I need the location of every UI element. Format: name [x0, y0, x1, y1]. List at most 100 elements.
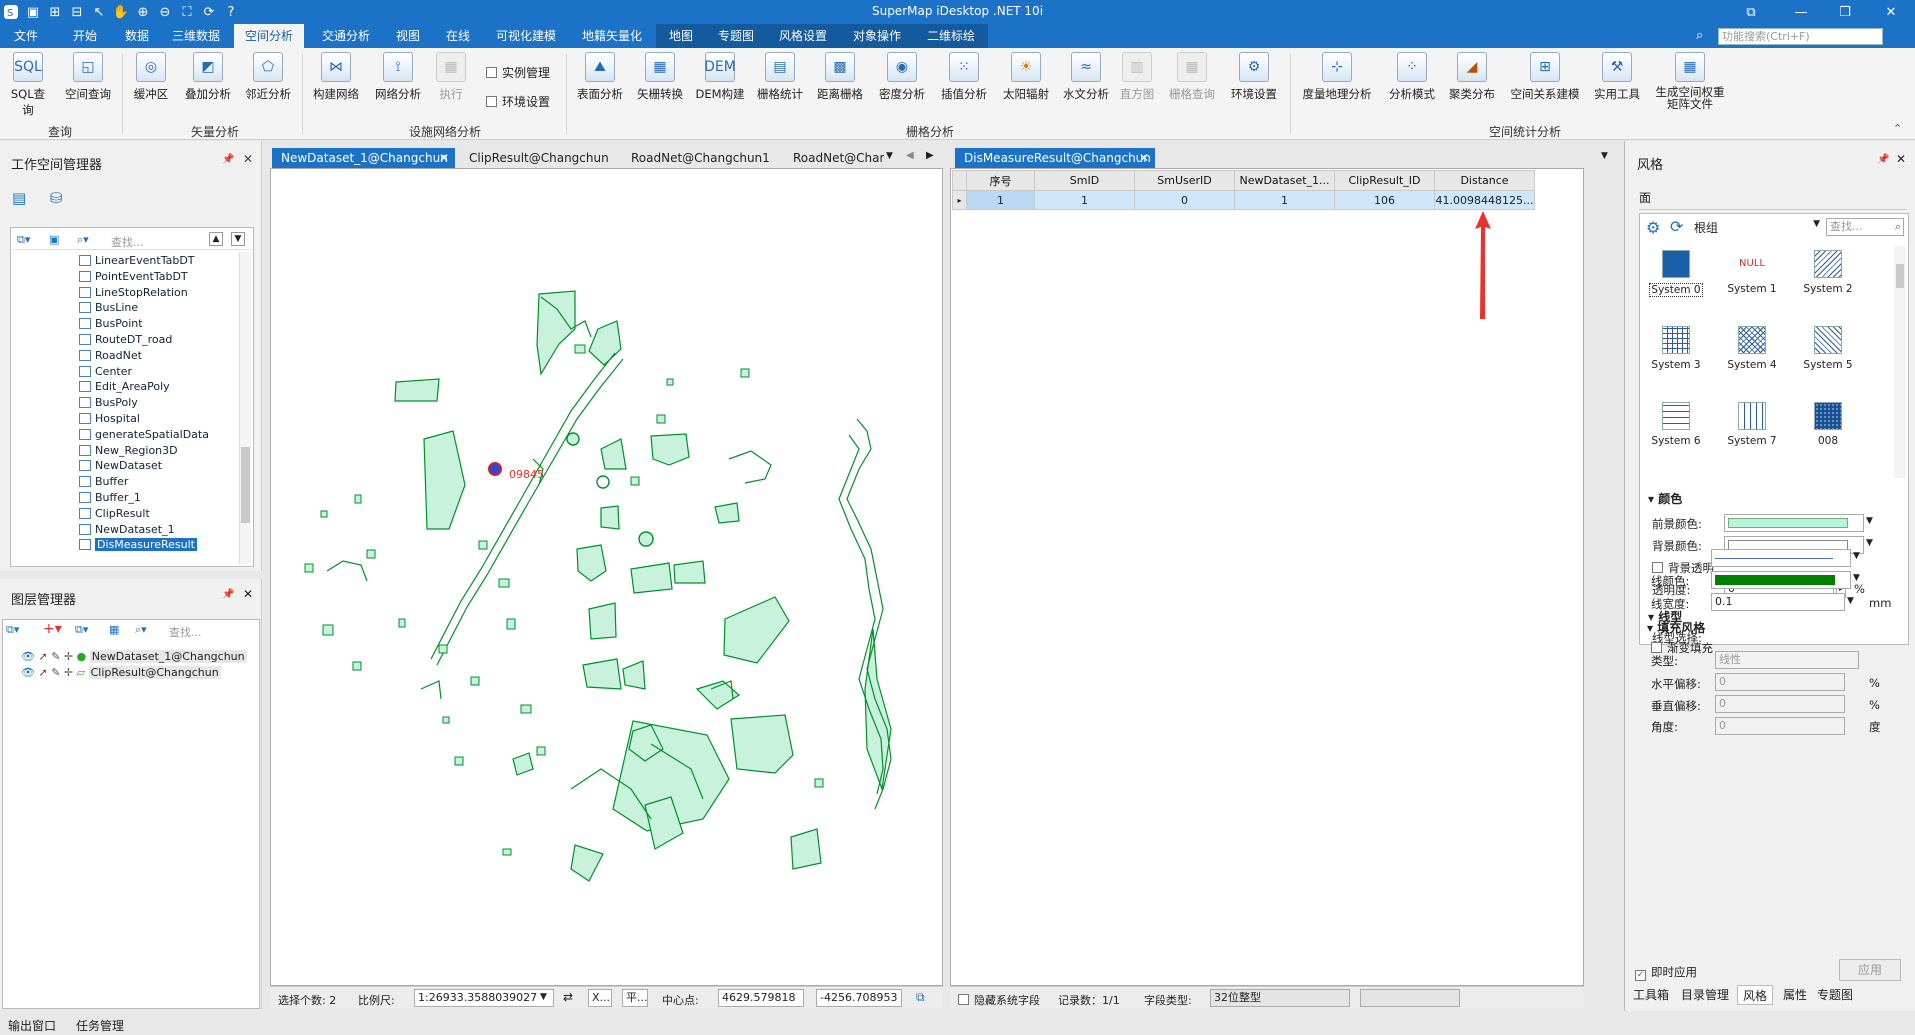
layer-group-icon[interactable]: ⧉▾: [75, 623, 88, 637]
analysis-pattern-button[interactable]: ⁘ 分析模式: [1384, 52, 1440, 102]
menu-online[interactable]: 在线: [436, 24, 480, 48]
density-analysis-button[interactable]: ◉ 密度分析: [874, 52, 930, 102]
close-tab-icon[interactable]: ✕: [439, 148, 449, 168]
cluster-distribution-button[interactable]: ◢ 聚类分布: [1444, 52, 1500, 102]
col-header[interactable]: SmUserID: [1134, 170, 1235, 191]
dataset-view-icon[interactable]: ▤: [12, 189, 26, 207]
menu-file[interactable]: 文件: [0, 24, 52, 48]
workspace-tree-item[interactable]: ClipResult: [79, 506, 249, 522]
scrollbar-thumb[interactable]: [241, 447, 250, 523]
workspace-tree-item[interactable]: PointEventTabDT: [79, 269, 249, 285]
properties-tab[interactable]: 属性: [1778, 985, 1812, 1005]
hide-system-fields-checkbox[interactable]: 隐藏系统字段: [958, 992, 1040, 1008]
chevron-down-icon[interactable]: ▼: [1853, 551, 1860, 561]
tab-list-icon[interactable]: ▼: [886, 151, 893, 161]
workspace-tree-item[interactable]: NewDataset_1: [79, 522, 249, 538]
symbol-item[interactable]: System 5: [1796, 326, 1860, 371]
menu-cadastral[interactable]: 地籍矢量化: [572, 24, 652, 48]
h-offset-input[interactable]: 0: [1715, 673, 1845, 691]
feature-search-input[interactable]: 功能搜索(Ctrl+F): [1718, 28, 1883, 45]
close-tab-icon[interactable]: ✕: [1139, 148, 1149, 168]
gear-icon[interactable]: ⚙: [1646, 218, 1660, 237]
menu-thematic[interactable]: 专题图: [706, 24, 766, 48]
symbol-item[interactable]: System 6: [1644, 402, 1708, 447]
editable-icon[interactable]: ✎: [51, 666, 60, 679]
symbol-item[interactable]: NULL System 1: [1720, 250, 1784, 295]
layer-row[interactable]: 👁 ➚ ✎ ✛ ▱ ClipResult@Changchun: [21, 666, 221, 679]
vector-raster-button[interactable]: ▦ 矢栅转换: [632, 52, 688, 102]
workspace-tree-item[interactable]: Center: [79, 364, 249, 380]
close-icon[interactable]: ✕: [1896, 152, 1906, 166]
layer-name[interactable]: ClipResult@Changchun: [88, 666, 221, 679]
workspace-tree-item[interactable]: generateSpatialData: [79, 427, 249, 443]
network-analysis-button[interactable]: ⟟ 网络分析: [370, 52, 426, 102]
scale-input[interactable]: 1:26933.3588039027: [414, 989, 554, 1007]
workspace-search-input[interactable]: 查找...: [111, 234, 144, 250]
symbol-scrollbar[interactable]: [1894, 246, 1906, 478]
close-window-icon[interactable]: ✕: [1880, 2, 1902, 22]
restore-ribbon-icon[interactable]: ⧉: [1740, 2, 1762, 22]
toolbox-tab[interactable]: 工具箱: [1628, 985, 1674, 1005]
swap-icon[interactable]: ⇄: [563, 990, 573, 1004]
snap-icon[interactable]: ✛: [64, 666, 73, 679]
visible-eye-icon[interactable]: 👁: [21, 650, 35, 663]
workspace-tree-item[interactable]: DisMeasureResult: [79, 537, 249, 553]
spatial-weight-matrix-button[interactable]: ▦ 生成空间权重矩阵文件: [1650, 52, 1730, 110]
distance-raster-button[interactable]: ▩ 距离栅格: [812, 52, 868, 102]
chevron-down-icon[interactable]: ▼: [1813, 219, 1820, 229]
gradient-type-select[interactable]: 线性: [1715, 651, 1859, 669]
workspace-tree-item[interactable]: LineStopRelation: [79, 285, 249, 301]
menu-data[interactable]: 数据: [110, 24, 164, 48]
group-select[interactable]: 根组 ▼: [1694, 219, 1822, 237]
minimize-icon[interactable]: —: [1790, 2, 1812, 22]
hydrology-button[interactable]: ≈ 水文分析: [1058, 52, 1114, 102]
menu-start[interactable]: 开始: [58, 24, 112, 48]
workspace-tree-item[interactable]: New_Region3D: [79, 443, 249, 459]
v-offset-input[interactable]: 0: [1715, 695, 1845, 713]
menu-3d-data[interactable]: 三维数据: [162, 24, 230, 48]
center-y-input[interactable]: -4256.708953: [816, 989, 902, 1007]
symbol-item[interactable]: 008: [1796, 402, 1860, 447]
interpolation-button[interactable]: ⁙ 插值分析: [936, 52, 992, 102]
foreground-color-picker[interactable]: [1724, 514, 1864, 532]
col-header[interactable]: 序号: [966, 170, 1035, 191]
catalog-tab[interactable]: 目录管理: [1676, 985, 1734, 1005]
menu-traffic-analysis[interactable]: 交通分析: [306, 24, 386, 48]
symbol-item[interactable]: System 2: [1796, 250, 1860, 295]
measure-geo-button[interactable]: ⊹ 度量地理分析: [1296, 52, 1378, 102]
col-header[interactable]: SmID: [1034, 170, 1135, 191]
close-icon[interactable]: ✕: [243, 152, 253, 166]
map-canvas[interactable]: 09845: [271, 169, 942, 985]
layer-props-icon[interactable]: ▦: [109, 623, 119, 636]
line-width-input[interactable]: 0.1: [1711, 593, 1845, 611]
solar-radiation-button[interactable]: ☀ 太阳辐射: [998, 52, 1054, 102]
dem-build-button[interactable]: DEM DEM构建: [692, 52, 748, 102]
ping-button[interactable]: 平...: [622, 989, 648, 1007]
tab-prev-icon[interactable]: ◀: [906, 150, 914, 161]
workspace-tree-item[interactable]: Buffer_1: [79, 490, 249, 506]
execute-button[interactable]: ▦ 执行: [432, 52, 470, 102]
storage-view-icon[interactable]: ⛁: [50, 189, 63, 207]
workspace-tree-item[interactable]: BusPoint: [79, 316, 249, 332]
style-sub-tab[interactable]: 面: [1639, 189, 1651, 206]
x-button[interactable]: X...: [588, 989, 612, 1007]
env-settings-checkbox[interactable]: 环境设置: [486, 93, 550, 110]
new-doc-icon[interactable]: ▣: [49, 233, 59, 246]
immediate-apply-checkbox[interactable]: ✓ 即时应用: [1635, 964, 1697, 981]
attribute-table-tab[interactable]: DisMeasureResult@Changchun ✕: [955, 148, 1155, 168]
maximize-icon[interactable]: ❐: [1834, 2, 1856, 22]
workspace-tree-item[interactable]: Edit_AreaPoly: [79, 379, 249, 395]
build-network-button[interactable]: ⋈ 构建网络: [308, 52, 364, 102]
refresh-icon[interactable]: ⟳: [1670, 217, 1683, 236]
linetype-select[interactable]: [1711, 549, 1851, 567]
table-tab-list-icon[interactable]: ▼: [1601, 151, 1608, 161]
menu-view[interactable]: 视图: [386, 24, 430, 48]
menu-visual-modeling[interactable]: 可视化建模: [486, 24, 566, 48]
sql-query-button[interactable]: SQL SQL查询: [6, 52, 50, 118]
overlay-analysis-button[interactable]: ◩ 叠加分析: [180, 52, 236, 102]
pin-icon[interactable]: 📌: [222, 154, 234, 165]
symbol-item[interactable]: System 4: [1720, 326, 1784, 371]
copy-icon[interactable]: ⧉: [916, 990, 925, 1005]
tab-next-icon[interactable]: ▶: [926, 150, 934, 161]
col-header[interactable]: NewDataset_1...: [1234, 170, 1335, 191]
